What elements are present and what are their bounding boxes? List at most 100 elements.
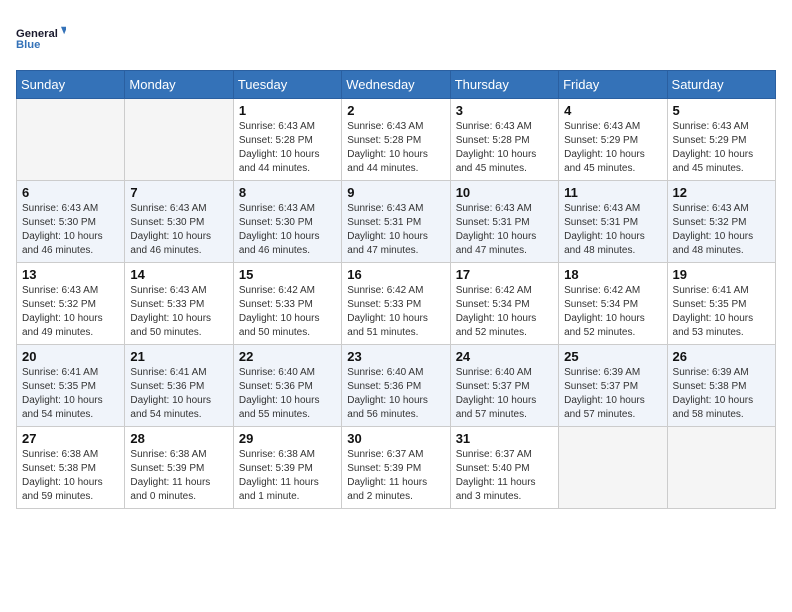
weekday-header-row: SundayMondayTuesdayWednesdayThursdayFrid… [17,71,776,99]
day-detail: Sunrise: 6:38 AM Sunset: 5:39 PM Dayligh… [130,448,227,504]
day-detail: Sunrise: 6:43 AM Sunset: 5:31 PM Dayligh… [564,202,661,258]
day-number: 18 [564,267,661,282]
calendar-cell: 14 Sunrise: 6:43 AM Sunset: 5:33 PM Dayli… [125,263,233,345]
weekday-header-monday: Monday [125,71,233,99]
calendar-cell: 24Sunrise: 6:40 AM Sunset: 5:37 PM Dayli… [450,345,558,427]
calendar-cell: 26 Sunrise: 6:39 AM Sunset: 5:38 PM Dayli… [667,345,775,427]
calendar-cell: 1Sunrise: 6:43 AM Sunset: 5:28 PM Daylig… [233,99,341,181]
calendar-cell: 2Sunrise: 6:43 AM Sunset: 5:28 PM Daylig… [342,99,450,181]
day-number: 14 [130,267,227,282]
day-detail: Sunrise: 6:41 AM Sunset: 5:36 PM Dayligh… [130,366,227,422]
calendar-cell: 6 Sunrise: 6:43 AM Sunset: 5:30 PM Daylig… [17,181,125,263]
day-detail: Sunrise: 6:39 AM Sunset: 5:38 PM Dayligh… [673,366,770,422]
calendar-cell: 30 Sunrise: 6:37 AM Sunset: 5:39 PM Dayli… [342,427,450,509]
day-detail: Sunrise: 6:40 AM Sunset: 5:36 PM Dayligh… [239,366,336,422]
calendar-week-row: 20Sunrise: 6:41 AM Sunset: 5:35 PM Dayli… [17,345,776,427]
day-detail: Sunrise: 6:38 AM Sunset: 5:39 PM Dayligh… [239,448,336,504]
calendar-cell: 28 Sunrise: 6:38 AM Sunset: 5:39 PM Dayli… [125,427,233,509]
calendar-cell: 18Sunrise: 6:42 AM Sunset: 5:34 PM Dayli… [559,263,667,345]
weekday-header-wednesday: Wednesday [342,71,450,99]
calendar-cell [559,427,667,509]
calendar-week-row: 13 Sunrise: 6:43 AM Sunset: 5:32 PM Dayli… [17,263,776,345]
calendar-table: SundayMondayTuesdayWednesdayThursdayFrid… [16,70,776,509]
day-detail: Sunrise: 6:39 AM Sunset: 5:37 PM Dayligh… [564,366,661,422]
day-number: 24 [456,349,553,364]
day-number: 13 [22,267,119,282]
day-number: 19 [673,267,770,282]
calendar-cell: 8 Sunrise: 6:43 AM Sunset: 5:30 PM Daylig… [233,181,341,263]
svg-text:General: General [16,28,58,40]
day-number: 16 [347,267,444,282]
day-detail: Sunrise: 6:42 AM Sunset: 5:33 PM Dayligh… [347,284,444,340]
calendar-cell: 20Sunrise: 6:41 AM Sunset: 5:35 PM Dayli… [17,345,125,427]
day-number: 15 [239,267,336,282]
calendar-cell: 27 Sunrise: 6:38 AM Sunset: 5:38 PM Dayli… [17,427,125,509]
day-number: 28 [130,431,227,446]
day-detail: Sunrise: 6:42 AM Sunset: 5:34 PM Dayligh… [456,284,553,340]
weekday-header-friday: Friday [559,71,667,99]
day-detail: Sunrise: 6:43 AM Sunset: 5:28 PM Dayligh… [456,120,553,176]
day-detail: Sunrise: 6:41 AM Sunset: 5:35 PM Dayligh… [673,284,770,340]
day-number: 10 [456,185,553,200]
calendar-cell: 12Sunrise: 6:43 AM Sunset: 5:32 PM Dayli… [667,181,775,263]
day-number: 11 [564,185,661,200]
svg-text:Blue: Blue [16,39,40,51]
day-detail: Sunrise: 6:43 AM Sunset: 5:33 PM Dayligh… [130,284,227,340]
day-number: 30 [347,431,444,446]
day-number: 5 [673,103,770,118]
weekday-header-sunday: Sunday [17,71,125,99]
calendar-cell: 13 Sunrise: 6:43 AM Sunset: 5:32 PM Dayli… [17,263,125,345]
calendar-cell: 22Sunrise: 6:40 AM Sunset: 5:36 PM Dayli… [233,345,341,427]
day-detail: Sunrise: 6:43 AM Sunset: 5:32 PM Dayligh… [22,284,119,340]
day-detail: Sunrise: 6:40 AM Sunset: 5:36 PM Dayligh… [347,366,444,422]
logo: General Blue [16,16,66,60]
day-detail: Sunrise: 6:43 AM Sunset: 5:29 PM Dayligh… [673,120,770,176]
weekday-header-saturday: Saturday [667,71,775,99]
day-number: 27 [22,431,119,446]
day-number: 31 [456,431,553,446]
day-number: 23 [347,349,444,364]
calendar-cell: 11 Sunrise: 6:43 AM Sunset: 5:31 PM Dayli… [559,181,667,263]
day-detail: Sunrise: 6:42 AM Sunset: 5:33 PM Dayligh… [239,284,336,340]
calendar-cell [667,427,775,509]
day-detail: Sunrise: 6:43 AM Sunset: 5:30 PM Dayligh… [22,202,119,258]
calendar-week-row: 1Sunrise: 6:43 AM Sunset: 5:28 PM Daylig… [17,99,776,181]
day-detail: Sunrise: 6:37 AM Sunset: 5:39 PM Dayligh… [347,448,444,504]
day-detail: Sunrise: 6:43 AM Sunset: 5:28 PM Dayligh… [239,120,336,176]
calendar-cell: 3 Sunrise: 6:43 AM Sunset: 5:28 PM Daylig… [450,99,558,181]
calendar-cell: 16 Sunrise: 6:42 AM Sunset: 5:33 PM Dayli… [342,263,450,345]
day-detail: Sunrise: 6:43 AM Sunset: 5:30 PM Dayligh… [239,202,336,258]
weekday-header-tuesday: Tuesday [233,71,341,99]
day-detail: Sunrise: 6:37 AM Sunset: 5:40 PM Dayligh… [456,448,553,504]
calendar-cell: 31 Sunrise: 6:37 AM Sunset: 5:40 PM Dayli… [450,427,558,509]
day-detail: Sunrise: 6:41 AM Sunset: 5:35 PM Dayligh… [22,366,119,422]
day-detail: Sunrise: 6:43 AM Sunset: 5:31 PM Dayligh… [456,202,553,258]
calendar-cell [17,99,125,181]
calendar-week-row: 6 Sunrise: 6:43 AM Sunset: 5:30 PM Daylig… [17,181,776,263]
calendar-cell: 9 Sunrise: 6:43 AM Sunset: 5:31 PM Daylig… [342,181,450,263]
weekday-header-thursday: Thursday [450,71,558,99]
calendar-cell: 29 Sunrise: 6:38 AM Sunset: 5:39 PM Dayli… [233,427,341,509]
day-number: 26 [673,349,770,364]
day-detail: Sunrise: 6:43 AM Sunset: 5:31 PM Dayligh… [347,202,444,258]
day-number: 4 [564,103,661,118]
day-number: 29 [239,431,336,446]
day-detail: Sunrise: 6:43 AM Sunset: 5:32 PM Dayligh… [673,202,770,258]
logo-svg: General Blue [16,16,66,60]
day-number: 7 [130,185,227,200]
calendar-cell: 17Sunrise: 6:42 AM Sunset: 5:34 PM Dayli… [450,263,558,345]
calendar-cell: 15 Sunrise: 6:42 AM Sunset: 5:33 PM Dayli… [233,263,341,345]
calendar-cell: 21Sunrise: 6:41 AM Sunset: 5:36 PM Dayli… [125,345,233,427]
page-header: General Blue [16,16,776,60]
day-detail: Sunrise: 6:38 AM Sunset: 5:38 PM Dayligh… [22,448,119,504]
day-number: 3 [456,103,553,118]
day-number: 9 [347,185,444,200]
day-detail: Sunrise: 6:43 AM Sunset: 5:29 PM Dayligh… [564,120,661,176]
calendar-cell: 4 Sunrise: 6:43 AM Sunset: 5:29 PM Daylig… [559,99,667,181]
calendar-cell: 5 Sunrise: 6:43 AM Sunset: 5:29 PM Daylig… [667,99,775,181]
calendar-cell: 19 Sunrise: 6:41 AM Sunset: 5:35 PM Dayli… [667,263,775,345]
day-number: 8 [239,185,336,200]
day-number: 6 [22,185,119,200]
day-number: 2 [347,103,444,118]
calendar-cell: 23 Sunrise: 6:40 AM Sunset: 5:36 PM Dayli… [342,345,450,427]
